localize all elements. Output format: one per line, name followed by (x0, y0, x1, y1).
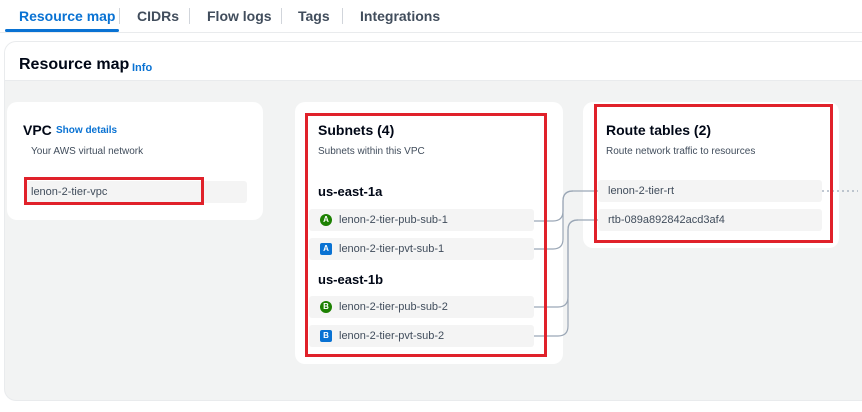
active-tab-indicator (5, 29, 119, 32)
tab-divider (342, 8, 343, 24)
tab-flow-logs[interactable]: Flow logs (207, 0, 272, 32)
tab-divider (119, 8, 120, 24)
tab-integrations[interactable]: Integrations (360, 0, 440, 32)
info-link[interactable]: Info (132, 62, 152, 74)
highlight-box-vpc (24, 177, 204, 205)
highlight-box-subnets (305, 113, 547, 357)
highlight-box-route-tables (594, 104, 833, 243)
tab-divider (281, 8, 282, 24)
tab-divider (189, 8, 190, 24)
show-details-link[interactable]: Show details (56, 125, 117, 136)
vpc-title: VPC (23, 122, 52, 138)
tab-bar: Resource map CIDRs Flow logs Tags Integr… (0, 0, 862, 33)
tab-cidrs[interactable]: CIDRs (137, 0, 179, 32)
tab-resource-map[interactable]: Resource map (19, 0, 115, 32)
vpc-subtitle: Your AWS virtual network (31, 146, 144, 157)
resource-map-header: Resource map Info (5, 42, 862, 81)
tab-tags[interactable]: Tags (298, 0, 330, 32)
resource-map-title: Resource map (19, 56, 130, 73)
